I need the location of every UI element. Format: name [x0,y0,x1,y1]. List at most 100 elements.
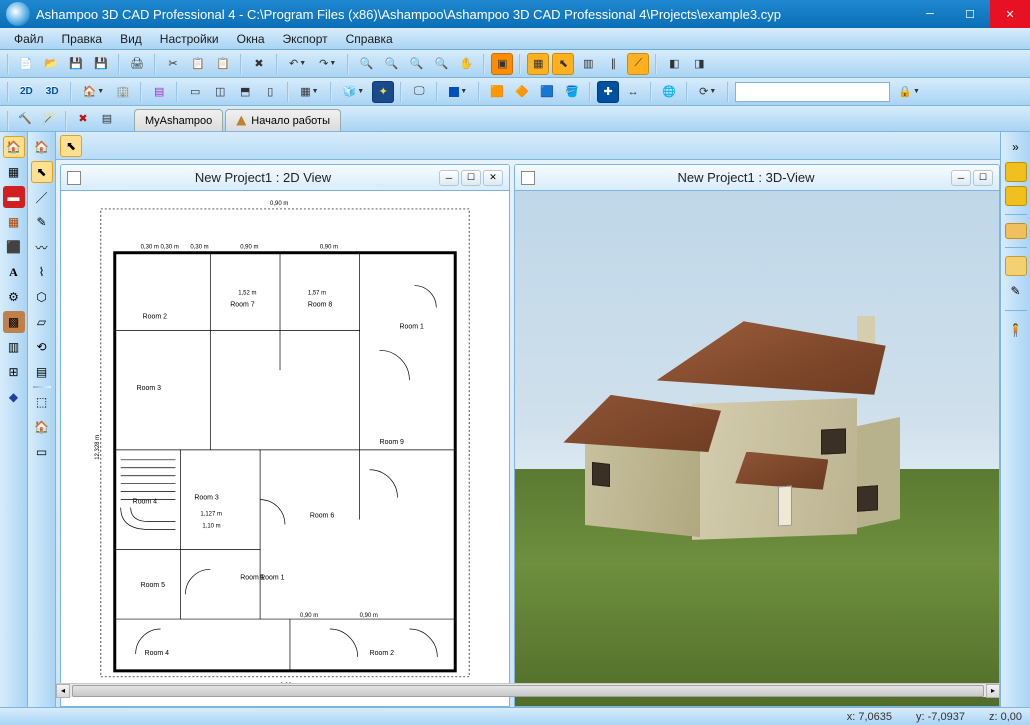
view-arrow-button[interactable]: ⬉ [60,135,82,157]
furniture-tool-button[interactable]: ⬚ [31,391,53,413]
dimension-button[interactable]: ↔ [622,81,644,103]
cube-button[interactable]: 🧊▼ [338,81,370,103]
menu-view[interactable]: Вид [112,30,150,48]
menu-edit[interactable]: Правка [54,30,111,48]
extrude-tool-button[interactable]: ▱ [31,311,53,333]
menu-windows[interactable]: Окна [229,30,273,48]
stack-tool-button[interactable]: ▤ [31,361,53,383]
picker-icon[interactable]: ✎ [1005,280,1027,302]
scroll-right-button[interactable]: ▸ [986,684,1000,698]
material-3-button[interactable]: 🟦 [536,81,558,103]
undo-button[interactable]: ↶▼ [284,53,311,75]
menu-settings[interactable]: Настройки [152,30,227,48]
chevron-right-icon[interactable]: » [1005,136,1027,158]
render-button[interactable]: ◨ [688,53,710,75]
wall-tool-button[interactable]: ⬛ [3,236,25,258]
material-1-button[interactable]: 🟧 [486,81,508,103]
mdi-minimize-button[interactable]: ─ [439,170,459,186]
view-preset-button[interactable]: ▦▼ [295,81,323,103]
folder-icon[interactable] [1005,223,1027,239]
zoom-out-button[interactable]: 🔍 [380,53,402,75]
rotate-tool-button[interactable]: ⟲ [31,336,53,358]
navigate-button[interactable]: ✦ [372,81,394,103]
screen-button[interactable]: 🖵 [408,81,430,103]
canvas-3d[interactable] [515,191,999,706]
cut-button[interactable]: ✂ [162,53,184,75]
menu-export[interactable]: Экспорт [275,30,336,48]
window-symbol-button[interactable]: ⊞ [3,361,25,383]
person-icon[interactable]: 🧍 [1005,319,1027,341]
measure-button[interactable]: ✚ [597,81,619,103]
scroll-left-button[interactable]: ◂ [56,684,70,698]
pan-button[interactable]: ✋ [455,53,477,75]
tab-getting-started[interactable]: Начало работы [225,109,341,131]
beam-tool-button[interactable]: ▭ [31,441,53,463]
fence-tool-button[interactable]: ▥ [3,336,25,358]
snap-guide-button[interactable]: ∥ [602,53,624,75]
grid-tool-button[interactable]: ▦ [3,161,25,183]
new-floor-button[interactable]: 🏠▼ [78,81,110,103]
refresh-button[interactable]: ⟳▼ [694,81,721,103]
window-close-button[interactable]: ✕ [990,0,1030,28]
layout-4-button[interactable]: ▯ [259,81,281,103]
tool-page-icon[interactable]: ▤ [96,108,118,130]
print-button[interactable]: 🖨 [126,53,148,75]
layout-3-button[interactable]: ⬒ [234,81,256,103]
redo-button[interactable]: ↷▼ [314,53,341,75]
tab-myashampoo[interactable]: MyAshampoo [134,109,223,131]
tool-delete-icon[interactable]: ✖ [72,108,94,130]
grid-button[interactable]: ▦ [527,53,549,75]
open-button[interactable]: 📂 [40,53,62,75]
zoom-in-button[interactable]: 🔍 [355,53,377,75]
layout-1-button[interactable]: ▭ [184,81,206,103]
window-minimize-button[interactable]: ─ [910,0,950,28]
window-2d-titlebar[interactable]: New Project1 : 2D View ─ ☐ ✕ [61,165,509,191]
new-button[interactable]: 📄 [15,53,37,75]
mode-3d-button[interactable]: 3D [41,81,64,103]
color-picker-button[interactable]: ▼ [444,81,472,103]
texture-tool-button[interactable]: ▩ [3,311,25,333]
browser-yellow2-icon[interactable] [1005,186,1027,206]
mode-2d-button[interactable]: 2D [15,81,38,103]
select-button[interactable]: ⬉ [552,53,574,75]
mdi-minimize-button[interactable]: ─ [951,170,971,186]
text-tool-button[interactable]: A [3,261,25,283]
mdi-maximize-button[interactable]: ☐ [973,170,993,186]
menu-help[interactable]: Справка [338,30,401,48]
menu-file[interactable]: Файл [6,30,52,48]
fullscreen-button[interactable]: ▣ [491,53,513,75]
gear-tool-button[interactable]: ⚙ [3,286,25,308]
copy-button[interactable]: 📋 [187,53,209,75]
brick-tool-button[interactable]: ▦ [3,211,25,233]
edit-tool-button[interactable]: ✎ [31,211,53,233]
layer-button[interactable]: ▤ [148,81,170,103]
clipboard-icon[interactable] [1005,256,1027,276]
foundation-tool-button[interactable]: ▬ [3,186,25,208]
solid-tool-button[interactable]: ◆ [3,386,25,408]
horizontal-scrollbar[interactable]: ◂ ▸ [56,683,1000,697]
canvas-2d[interactable]: Room 1 Room 1 Room 2 Room 2 Room 3 Room … [61,191,509,706]
cursor-tool-button[interactable]: ⬉ [31,161,53,183]
building-tool-button[interactable]: 🏠 [3,136,25,158]
scroll-thumb[interactable] [72,685,984,697]
polyline-tool-button[interactable]: 〰 [31,236,53,258]
tool-wand-icon[interactable]: 🪄 [38,108,60,130]
search-button[interactable]: 🔒▼ [893,81,925,103]
snap-grid-button[interactable]: ▥ [577,53,599,75]
mdi-maximize-button[interactable]: ☐ [461,170,481,186]
mdi-close-button[interactable]: ✕ [483,170,503,186]
section-tool-button[interactable]: 🏠 [31,136,53,158]
shape3d-tool-button[interactable]: ⬡ [31,286,53,308]
material-2-button[interactable]: 🔶 [511,81,533,103]
paste-button[interactable]: 📋 [212,53,234,75]
roof-tool-button[interactable]: 🏠 [31,416,53,438]
material-4-button[interactable]: 🪣 [561,81,583,103]
raytrace-button[interactable]: ◧ [663,53,685,75]
browser-yellow-icon[interactable] [1005,162,1027,182]
curve-tool-button[interactable]: ⌇ [31,261,53,283]
zoom-fit-button[interactable]: 🔍 [430,53,452,75]
snap-angle-button[interactable]: ⟋ [627,53,649,75]
layout-2-button[interactable]: ◫ [209,81,231,103]
delete-button[interactable]: ✖ [248,53,270,75]
window-maximize-button[interactable]: ☐ [950,0,990,28]
